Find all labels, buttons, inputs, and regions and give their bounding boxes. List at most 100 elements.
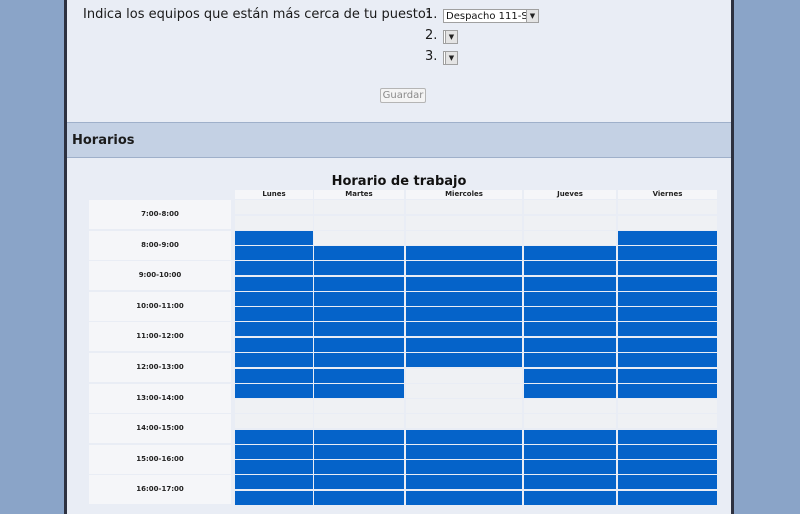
schedule-cell[interactable] [618, 460, 717, 475]
schedule-cell[interactable] [314, 337, 404, 352]
schedule-cell[interactable] [406, 215, 522, 230]
schedule-cell[interactable] [314, 200, 404, 214]
schedule-cell[interactable] [235, 444, 313, 459]
schedule-cell[interactable] [314, 383, 404, 398]
schedule-cell[interactable] [618, 490, 717, 505]
schedule-cell[interactable] [618, 230, 717, 245]
equipo-2-select[interactable]: ▼ [443, 30, 458, 44]
schedule-cell[interactable] [524, 307, 616, 322]
chevron-down-icon[interactable]: ▼ [526, 10, 538, 22]
schedule-cell[interactable] [406, 246, 522, 261]
schedule-cell[interactable] [406, 337, 522, 352]
schedule-cell[interactable] [524, 490, 616, 505]
schedule-cell[interactable] [524, 322, 616, 337]
schedule-cell[interactable] [235, 383, 313, 398]
guardar-button[interactable]: Guardar [380, 88, 426, 103]
schedule-cell[interactable] [314, 490, 404, 505]
schedule-cell[interactable] [235, 215, 313, 230]
schedule-cell[interactable] [406, 230, 522, 245]
schedule-cell[interactable] [235, 460, 313, 475]
schedule-cell[interactable] [235, 429, 313, 444]
schedule-cell[interactable] [406, 261, 522, 276]
schedule-cell[interactable] [406, 307, 522, 322]
schedule-cell[interactable] [618, 337, 717, 352]
schedule-cell[interactable] [314, 230, 404, 245]
chevron-down-icon[interactable]: ▼ [445, 52, 457, 64]
schedule-cell[interactable] [524, 414, 616, 429]
schedule-cell[interactable] [524, 444, 616, 459]
schedule-cell[interactable] [406, 444, 522, 459]
schedule-cell[interactable] [314, 353, 404, 367]
schedule-cell[interactable] [618, 261, 717, 276]
schedule-cell[interactable] [618, 475, 717, 490]
schedule-cell[interactable] [524, 337, 616, 352]
schedule-cell[interactable] [406, 460, 522, 475]
schedule-cell[interactable] [406, 399, 522, 414]
schedule-cell[interactable] [406, 475, 522, 490]
schedule-cell[interactable] [406, 490, 522, 505]
schedule-cell[interactable] [524, 230, 616, 245]
equipo-1-select[interactable]: Despacho 111-S ▼ [443, 9, 539, 23]
schedule-cell[interactable] [406, 200, 522, 214]
schedule-cell[interactable] [618, 383, 717, 398]
schedule-cell[interactable] [524, 261, 616, 276]
chevron-down-icon[interactable]: ▼ [445, 31, 457, 43]
schedule-cell[interactable] [314, 322, 404, 337]
schedule-cell[interactable] [618, 429, 717, 444]
schedule-cell[interactable] [406, 291, 522, 306]
schedule-cell[interactable] [524, 429, 616, 444]
schedule-cell[interactable] [235, 399, 313, 414]
schedule-cell[interactable] [618, 414, 717, 429]
schedule-cell[interactable] [314, 429, 404, 444]
schedule-cell[interactable] [235, 246, 313, 261]
schedule-cell[interactable] [618, 322, 717, 337]
schedule-cell[interactable] [618, 307, 717, 322]
schedule-cell[interactable] [314, 444, 404, 459]
schedule-cell[interactable] [235, 307, 313, 322]
schedule-cell[interactable] [314, 276, 404, 291]
schedule-cell[interactable] [406, 353, 522, 367]
schedule-cell[interactable] [235, 261, 313, 276]
schedule-cell[interactable] [235, 475, 313, 490]
schedule-cell[interactable] [524, 383, 616, 398]
schedule-cell[interactable] [406, 429, 522, 444]
schedule-cell[interactable] [235, 291, 313, 306]
schedule-cell[interactable] [524, 460, 616, 475]
schedule-cell[interactable] [524, 368, 616, 383]
schedule-cell[interactable] [618, 276, 717, 291]
schedule-cell[interactable] [524, 276, 616, 291]
schedule-cell[interactable] [618, 291, 717, 306]
schedule-cell[interactable] [235, 276, 313, 291]
schedule-cell[interactable] [524, 215, 616, 230]
schedule-cell[interactable] [524, 291, 616, 306]
schedule-cell[interactable] [618, 368, 717, 383]
schedule-cell[interactable] [406, 368, 522, 383]
schedule-cell[interactable] [314, 475, 404, 490]
schedule-cell[interactable] [618, 353, 717, 367]
schedule-cell[interactable] [314, 215, 404, 230]
schedule-cell[interactable] [235, 337, 313, 352]
schedule-cell[interactable] [618, 246, 717, 261]
schedule-cell[interactable] [314, 399, 404, 414]
schedule-cell[interactable] [524, 246, 616, 261]
schedule-cell[interactable] [235, 353, 313, 367]
schedule-cell[interactable] [618, 215, 717, 230]
schedule-cell[interactable] [406, 276, 522, 291]
schedule-cell[interactable] [524, 200, 616, 214]
schedule-cell[interactable] [314, 460, 404, 475]
equipo-3-select[interactable]: ▼ [443, 51, 458, 65]
schedule-cell[interactable] [618, 399, 717, 414]
schedule-cell[interactable] [235, 368, 313, 383]
schedule-cell[interactable] [406, 322, 522, 337]
schedule-cell[interactable] [406, 414, 522, 429]
schedule-cell[interactable] [314, 246, 404, 261]
schedule-cell[interactable] [524, 399, 616, 414]
schedule-cell[interactable] [235, 322, 313, 337]
schedule-cell[interactable] [235, 414, 313, 429]
schedule-cell[interactable] [314, 307, 404, 322]
schedule-cell[interactable] [314, 414, 404, 429]
schedule-cell[interactable] [618, 444, 717, 459]
schedule-cell[interactable] [524, 475, 616, 490]
schedule-cell[interactable] [406, 383, 522, 398]
schedule-cell[interactable] [235, 490, 313, 505]
